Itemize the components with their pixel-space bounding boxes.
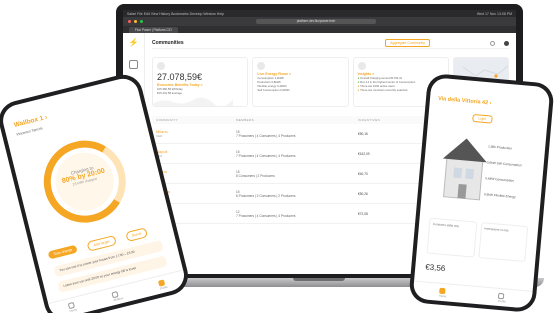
laptop-notch bbox=[293, 278, 345, 281]
mac-menu-left: Safari File Edit View History Bookmarks … bbox=[127, 11, 224, 16]
grid-stats: Consumo dalla rete Immissione in rete bbox=[426, 217, 529, 263]
nav-profile[interactable]: Profile bbox=[498, 292, 507, 303]
energy-card[interactable]: Live Energy Flows > Consumption 1,4kWh P… bbox=[252, 57, 349, 107]
nav-label: Wallbox bbox=[113, 295, 124, 302]
nav-home[interactable]: Home bbox=[439, 287, 447, 298]
mac-menu-bar: Safari File Edit View History Bookmarks … bbox=[123, 10, 516, 17]
boost-button[interactable]: Boost bbox=[125, 227, 149, 243]
maximize-window-icon[interactable] bbox=[140, 20, 143, 23]
address-title[interactable]: Via della Vittoria 42 › bbox=[438, 96, 492, 107]
search-icon[interactable] bbox=[490, 40, 495, 46]
add-target-button[interactable]: Add target bbox=[86, 235, 117, 252]
minimize-window-icon[interactable] bbox=[134, 20, 137, 23]
phone-right-screen: Via della Vittoria 42 › Light 1,88k Prod… bbox=[412, 77, 551, 309]
column-header[interactable]: COMMUNITY bbox=[156, 118, 236, 122]
close-window-icon[interactable] bbox=[128, 20, 131, 23]
nav-label: Home bbox=[69, 306, 78, 313]
grid-injection-card[interactable]: Immissione in rete bbox=[477, 222, 529, 263]
nav-home[interactable]: Home bbox=[67, 301, 78, 313]
community-type: CER bbox=[156, 174, 236, 178]
product-mockup: Safari File Edit View History Bookmarks … bbox=[0, 0, 557, 313]
column-header[interactable]: MEMBERS bbox=[236, 118, 358, 122]
phone-right: Via della Vittoria 42 › Light 1,88k Prod… bbox=[408, 72, 555, 313]
address-bar[interactable]: platform.dev.fluxpower.tech bbox=[256, 19, 376, 24]
energy-stat: 1,88k Production bbox=[487, 144, 513, 151]
members-breakdown: 7 Prosumers | 4 Consumers | 4 Producers bbox=[236, 153, 296, 158]
energy-line: Self Consumption 0,6kWh bbox=[257, 88, 290, 92]
nav-wallbox[interactable]: Wallbox bbox=[111, 290, 124, 302]
chart-icon bbox=[357, 62, 366, 70]
page-title: Communities bbox=[152, 40, 184, 46]
nav-label: Home bbox=[438, 293, 447, 298]
home-icon[interactable] bbox=[129, 60, 138, 69]
nav-label: Profile bbox=[497, 298, 506, 304]
price-value: €3,56 bbox=[424, 262, 446, 274]
members-breakdown: 7 Prosumers | 4 Consumers | 4 Producers bbox=[236, 133, 296, 138]
top-bar: Communities Aggregate Community bbox=[152, 38, 509, 49]
brand-logo-icon: ⚡ bbox=[128, 38, 139, 47]
nav-profile[interactable]: Profile bbox=[157, 278, 169, 291]
energy-stat: 0,6kW Flexible Energy bbox=[483, 192, 516, 199]
wallbox-owner: Vincenzo Tancini bbox=[15, 126, 43, 137]
members-breakdown: 6 Prosumers | 3 Consumers | 2 Producers bbox=[236, 193, 296, 198]
bolt-icon bbox=[257, 62, 266, 70]
stop-charge-button[interactable]: Stop charge bbox=[47, 244, 79, 260]
members-breakdown: 8 Consumers | 2 Producers bbox=[236, 173, 275, 178]
euro-icon bbox=[157, 62, 165, 70]
energy-stat: 0,6kW Self Consumption bbox=[486, 160, 522, 168]
energy-stat: 0,6kW Consumption bbox=[485, 176, 515, 183]
house-illustration bbox=[442, 138, 487, 201]
community-type: CER bbox=[156, 154, 163, 158]
community-type: CER bbox=[156, 134, 163, 138]
economic-card[interactable]: 27.078,59€ Economic Benefits Today > 105… bbox=[152, 57, 249, 107]
aggregate-community-button[interactable]: Aggregate Community bbox=[385, 39, 430, 47]
economic-value: 27.078,59€ bbox=[157, 72, 203, 82]
wallbox-title[interactable]: Wallbox 1 › bbox=[13, 114, 48, 129]
tariff-badge[interactable]: Light bbox=[472, 113, 493, 124]
nav-label: Profile bbox=[159, 284, 169, 291]
economic-sparkline bbox=[153, 97, 233, 106]
browser-toolbar: platform.dev.fluxpower.tech bbox=[123, 17, 516, 26]
members-breakdown: 7 Prosumers | 4 Consumers | 4 Producers bbox=[236, 213, 296, 218]
browser-tab[interactable]: Flux Power | Platform CEI bbox=[129, 26, 178, 33]
grid-consumption-card[interactable]: Consumo dalla rete bbox=[426, 217, 477, 258]
bottom-nav: Home Profile bbox=[412, 280, 533, 309]
browser-tab-strip: Flux Power | Platform CEI bbox=[123, 26, 516, 33]
mac-clock: Wed 17 Nov 13:08 PM bbox=[476, 11, 512, 16]
user-icon[interactable] bbox=[504, 40, 509, 46]
